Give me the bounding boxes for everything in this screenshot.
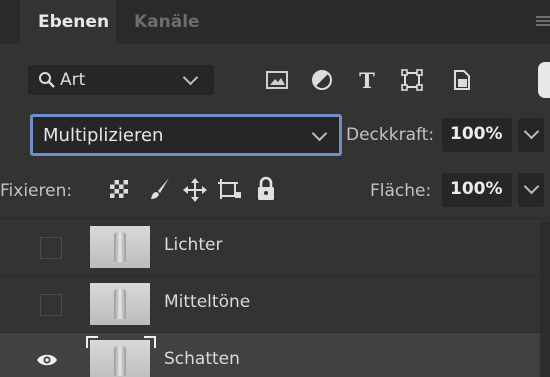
lock-position-icon[interactable] bbox=[182, 177, 208, 203]
blend-mode-select[interactable]: Multiplizieren bbox=[30, 114, 342, 156]
chevron-down-icon bbox=[182, 69, 199, 86]
chevron-down-icon bbox=[523, 178, 540, 195]
panel-tab-bar: Ebenen Kanäle bbox=[0, 0, 550, 44]
adjustment-filter-icon[interactable] bbox=[309, 68, 335, 92]
opacity-dropdown-button[interactable] bbox=[518, 118, 544, 152]
chevron-down-icon bbox=[311, 125, 328, 142]
layer-name: Schatten bbox=[164, 349, 240, 369]
filter-type-select[interactable]: Art bbox=[28, 65, 214, 95]
search-icon bbox=[39, 72, 55, 88]
fill-input[interactable]: 100% bbox=[442, 173, 512, 207]
selection-corner bbox=[86, 336, 98, 348]
layer-name: Mitteltöne bbox=[164, 292, 251, 312]
fill-value: 100% bbox=[450, 179, 503, 199]
type-filter-icon[interactable]: T bbox=[354, 68, 380, 92]
opacity-value: 100% bbox=[450, 124, 503, 144]
svg-text:T: T bbox=[359, 68, 375, 92]
panel-menu-icon[interactable] bbox=[536, 16, 550, 28]
layer-row-selected[interactable]: Schatten bbox=[0, 333, 550, 377]
lock-image-pixels-icon[interactable] bbox=[148, 176, 172, 202]
blend-mode-value: Multiplizieren bbox=[43, 125, 164, 146]
opacity-label: Deckkraft: bbox=[346, 125, 435, 145]
shape-filter-icon[interactable] bbox=[399, 68, 425, 92]
lock-artboard-icon[interactable] bbox=[216, 177, 242, 201]
fill-label: Fläche: bbox=[370, 181, 432, 201]
layer-thumbnail bbox=[90, 340, 150, 377]
layer-name: Lichter bbox=[164, 235, 223, 255]
visibility-toggle[interactable] bbox=[40, 237, 62, 259]
chevron-down-icon bbox=[523, 123, 540, 140]
selection-corner bbox=[144, 336, 156, 348]
smart-object-filter-icon[interactable] bbox=[449, 68, 475, 92]
opacity-input[interactable]: 100% bbox=[442, 118, 512, 152]
tab-layers[interactable]: Ebenen bbox=[20, 0, 116, 44]
visibility-toggle[interactable] bbox=[40, 294, 62, 316]
image-filter-icon[interactable] bbox=[264, 68, 290, 92]
filter-type-label: Art bbox=[60, 70, 86, 90]
layer-row[interactable]: Mitteltöne bbox=[0, 276, 550, 332]
layer-row[interactable]: Lichter bbox=[0, 219, 550, 275]
eye-icon[interactable] bbox=[36, 353, 58, 367]
lock-transparent-pixels-icon[interactable] bbox=[108, 178, 130, 200]
scrollbar[interactable] bbox=[540, 222, 550, 377]
layers-panel: Ebenen Kanäle Art T Multiplizieren Deckk… bbox=[0, 0, 550, 377]
layer-thumbnail bbox=[90, 226, 150, 268]
lock-label: Fixieren: bbox=[0, 181, 73, 201]
filter-toggle-switch[interactable] bbox=[538, 62, 550, 98]
fill-dropdown-button[interactable] bbox=[518, 173, 544, 207]
layer-thumbnail bbox=[90, 283, 150, 325]
tab-channels[interactable]: Kanäle bbox=[134, 0, 200, 44]
lock-all-icon[interactable] bbox=[256, 176, 276, 202]
